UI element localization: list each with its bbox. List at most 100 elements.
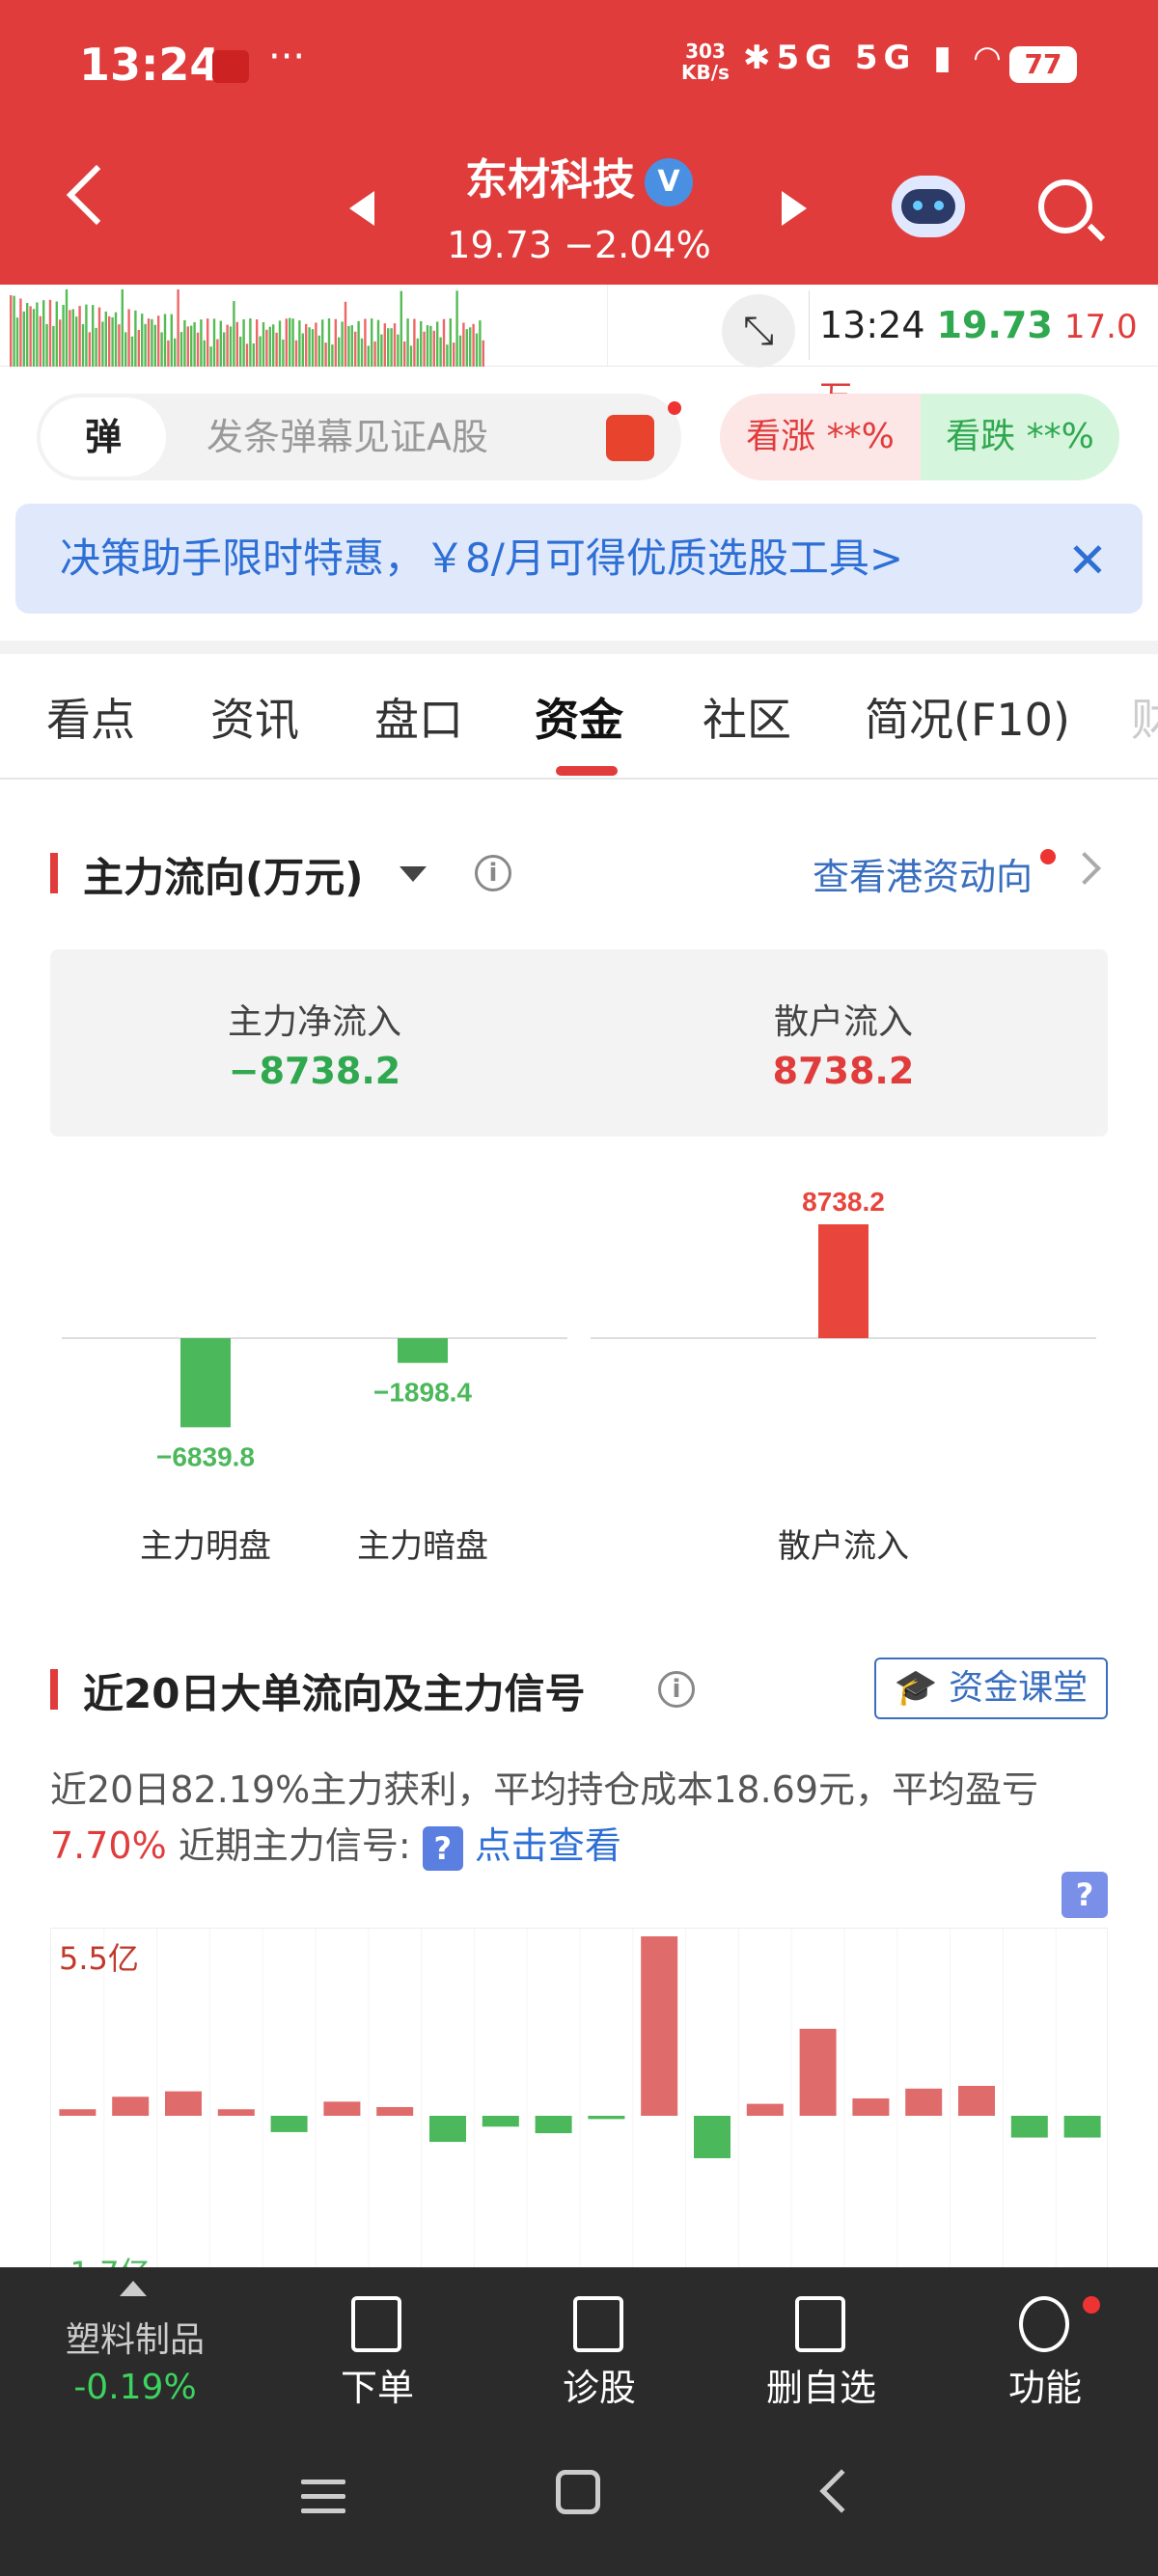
sparkline-bar [442,318,446,367]
tab-zixun[interactable]: 资讯 [210,685,299,749]
flow-category-label: 主力暗盘 [357,1527,488,1566]
sparkline-bar [350,325,353,367]
sparkline-bar [163,314,167,367]
vote-down-button[interactable]: 看跌 **% [921,394,1119,480]
sparkline-bar [75,316,78,367]
sparkline-bar [413,318,416,367]
sparkline-bar [29,306,32,367]
sparkline-bar [193,321,196,367]
recent-apps-icon[interactable] [301,2480,345,2523]
sparkline-bar [298,320,301,367]
sparkline-bar [186,326,189,367]
flow-category-label: 散户流入 [778,1527,909,1566]
sparkline-bar [235,321,238,367]
close-icon[interactable]: ✕ [1067,533,1108,589]
sparkline-bar [462,322,465,367]
sparkline-bar [223,332,226,367]
sparkline-bar [229,326,233,367]
expand-up-icon[interactable] [120,2281,147,2296]
search-icon[interactable] [1038,179,1092,233]
sparkline-bar [321,319,324,367]
day-bar [905,2088,943,2116]
section-marker [50,853,58,893]
sparkline-bar [157,315,160,367]
stock-name: 东材科技 [465,155,635,205]
twenty-day-bar-chart-svg: 5.5亿 -1.7亿 [59,1929,1101,2291]
hk-flow-link[interactable]: 查看港资动向 [813,847,1033,900]
sparkline-bar [455,290,458,367]
retail-label: 散户流入 [773,1002,913,1042]
sector-name[interactable]: 塑料制品 [19,2312,251,2362]
danmu-input[interactable]: 发条弹幕见证A股 [207,394,488,480]
flow-value-label: −6839.8 [156,1441,255,1471]
section-marker [50,1669,58,1710]
notification-dot [1083,2296,1100,2314]
sparkline-bar [141,314,144,367]
tab-zijin[interactable]: 资金 [535,685,623,749]
tab-cai[interactable]: 财 [1131,685,1158,749]
status-time: 13:24 [79,39,221,91]
tab-pankou[interactable]: 盘口 [374,685,463,749]
day-bar [694,2116,731,2158]
sparkline-bar [268,326,271,367]
danmu-bar[interactable]: 弹 发条弹幕见证A股 [37,394,681,480]
sparkline-bar [95,327,97,367]
fund-class-button[interactable]: 🎓 资金课堂 [874,1658,1108,1719]
sparkline-bar [111,316,114,367]
sparkline-bar [294,340,298,367]
sparkline-bar [71,309,74,367]
sparkline-bar [32,309,36,367]
sparkline-bar [360,338,364,367]
sparkline-bar [108,315,111,367]
stock-title: 东材科技 V [0,145,1158,206]
chevron-down-icon[interactable] [400,866,427,882]
day-bar [482,2116,519,2127]
promo-banner[interactable]: 决策助手限时特惠，￥8/月可得优质选股工具> ✕ [15,504,1143,614]
sparkline-bar [212,318,216,367]
chevron-right-icon[interactable] [1068,852,1101,885]
tab-shequ[interactable]: 社区 [703,685,791,749]
tab-kandian[interactable]: 看点 [46,685,135,749]
fund-class-label[interactable]: 资金课堂 [949,1668,1088,1708]
info-icon[interactable]: i [658,1671,695,1708]
robot-assistant-icon[interactable] [892,176,965,237]
verified-badge-icon: V [645,158,693,206]
promo-text[interactable]: 决策助手限时特惠，￥8/月可得优质选股工具> [60,504,903,614]
home-icon[interactable] [556,2470,600,2514]
day-bar [112,2096,150,2116]
system-nav-bar [0,2410,1158,2576]
main-flow-title[interactable]: 主力流向(万元) [83,845,363,904]
sparkline-bar [48,299,52,367]
sparkline-bar [130,336,134,367]
main-flow-chart-svg: −6839.8 主力明盘 −1898.4 主力暗盘 8738.2 散户流入 [62,1187,1096,1566]
nav-back-icon[interactable] [819,2469,864,2513]
sparkline-bar [347,325,350,367]
gift-icon[interactable] [606,415,654,461]
diagnose-icon [573,2296,623,2352]
sparkline-bar [144,323,147,367]
day-bar [323,2101,361,2116]
info-icon[interactable]: i [475,855,511,891]
sparkline-bar [305,323,308,367]
sparkline-bar [315,322,317,367]
net-speed: 303 KB/s [681,41,730,83]
sparkline-bar [338,337,341,367]
sparkline-bar [327,318,331,367]
sparkline-bar [371,318,373,367]
sparkline-bar [423,331,426,367]
sparkline-bar [45,323,48,367]
danmu-toggle-button[interactable]: 弹 [41,397,166,477]
vote-up-button[interactable]: 看涨 **% [720,394,921,480]
view-signal-link[interactable]: 点击查看 [475,1824,621,1867]
day-bar [270,2116,308,2132]
sparkline-bar [469,327,472,367]
help-icon[interactable]: ? [1062,1872,1108,1918]
sparkline-bar [59,319,62,367]
day-bar [217,2109,255,2116]
tab-jiankuang[interactable]: 简况(F10) [865,685,1070,749]
sparkline-bar [416,338,419,367]
expand-chart-icon[interactable]: ⤡ [722,294,795,368]
order-label: 下单 [340,2367,414,2409]
question-icon[interactable]: ? [422,1825,463,1871]
sparkline-bar [101,321,104,367]
